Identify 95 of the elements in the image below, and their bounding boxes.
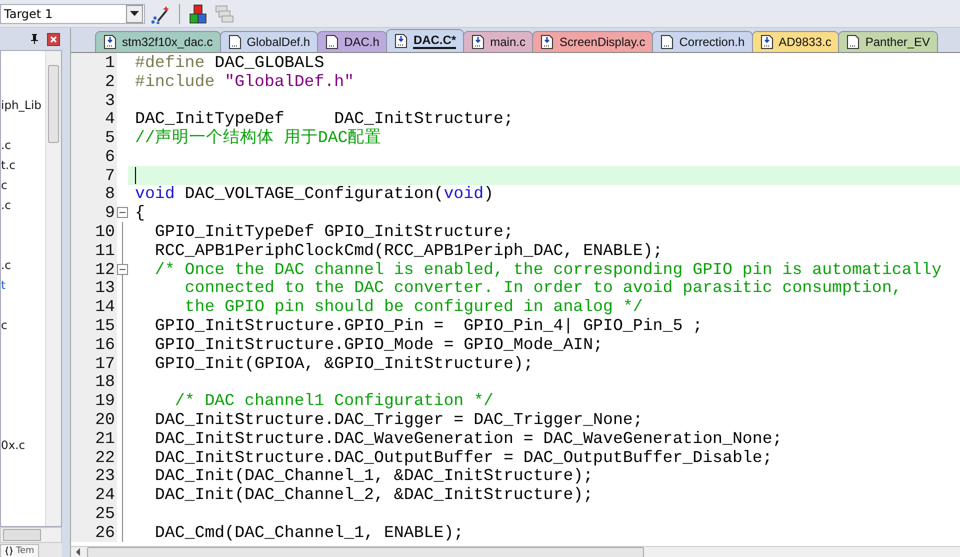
code-line: #define DAC_GLOBALS bbox=[135, 52, 324, 72]
line-number: 18 bbox=[71, 372, 117, 392]
line-number: 3 bbox=[71, 90, 117, 110]
file-icon bbox=[661, 35, 674, 49]
tree-item[interactable]: c bbox=[1, 175, 8, 195]
file-tab[interactable]: DAC.C* bbox=[386, 29, 464, 52]
scroll-left-icon[interactable] bbox=[75, 548, 81, 556]
tree-item[interactable]: c bbox=[1, 315, 8, 335]
source-file-icon bbox=[395, 34, 408, 48]
source-file-icon bbox=[541, 35, 554, 49]
code-line: connected to the DAC converter. In order to avoid parasitic consumption, bbox=[184, 278, 902, 298]
line-number: 11 bbox=[71, 240, 117, 260]
line-number: 10 bbox=[71, 222, 117, 242]
file-icon bbox=[326, 35, 338, 49]
scroll-thumb[interactable] bbox=[87, 546, 644, 557]
line-number: 17 bbox=[71, 354, 117, 373]
code-line: //声明一个结构体 用于DAC配置 bbox=[135, 128, 382, 148]
line-number: 6 bbox=[71, 146, 117, 166]
collapse-icon[interactable] bbox=[117, 264, 128, 275]
tree-item[interactable]: 0x.c bbox=[1, 435, 26, 455]
code-line: GPIO_InitStructure.GPIO_Mode = GPIO_Mode_AIN; bbox=[154, 334, 604, 354]
code-line: DAC_InitStructure.DAC_Trigger = DAC_Trigger_None; bbox=[154, 410, 643, 430]
tree-item[interactable]: iph_Lib bbox=[1, 95, 42, 115]
code-line: DAC_Init(DAC_Channel_2, &DAC_InitStructure); bbox=[154, 485, 594, 504]
code-line: GPIO_Init(GPIOA, &GPIO_InitStructure); bbox=[154, 354, 534, 373]
scroll-thumb[interactable] bbox=[3, 529, 41, 541]
tree-item[interactable]: .c bbox=[1, 195, 11, 215]
line-number: 5 bbox=[71, 128, 117, 148]
line-number: 21 bbox=[71, 428, 117, 448]
braces-icon bbox=[5, 546, 13, 556]
line-number: 2 bbox=[71, 72, 117, 91]
text-cursor bbox=[135, 166, 136, 184]
code-line: DAC_InitStructure.DAC_OutputBuffer = DAC_OutputBuffer_Disable; bbox=[154, 448, 772, 467]
file-tab[interactable]: DAC.h bbox=[317, 31, 388, 52]
file-tab[interactable]: main.c bbox=[463, 31, 534, 52]
tree-item[interactable]: .c bbox=[1, 135, 11, 155]
code-editor[interactable] bbox=[71, 52, 960, 546]
scrollbar[interactable] bbox=[71, 546, 960, 557]
line-number: 13 bbox=[71, 278, 117, 298]
components-icon[interactable] bbox=[188, 4, 208, 24]
line-number: 26 bbox=[71, 522, 117, 542]
scroll-thumb[interactable] bbox=[48, 65, 59, 143]
code-line: /* Once the DAC channel is enabled, the corresponding GPIO pin is automatically bbox=[154, 260, 942, 279]
code-line: #include "GlobalDef.h" bbox=[135, 72, 354, 91]
code-line: /* DAC channel1 Configuration */ bbox=[174, 391, 494, 410]
source-file-icon bbox=[104, 35, 116, 49]
caret-icon bbox=[130, 10, 139, 16]
code-line: void DAC_VOLTAGE_Configuration(void) bbox=[135, 184, 494, 204]
file-tab[interactable]: Correction.h bbox=[652, 31, 753, 52]
line-number: 23 bbox=[71, 466, 117, 486]
code-line: { bbox=[135, 203, 145, 222]
file-tab[interactable]: ScreenDisplay.c bbox=[532, 31, 654, 52]
file-tab[interactable]: GlobalDef.h bbox=[220, 31, 318, 52]
code-line: DAC_Cmd(DAC_Channel_1, ENABLE); bbox=[154, 522, 464, 542]
target-value: Target 1 bbox=[3, 6, 54, 20]
line-number: 19 bbox=[71, 391, 117, 410]
code-line: DAC_InitTypeDef DAC_InitStructure; bbox=[135, 109, 514, 128]
line-number: 16 bbox=[71, 334, 117, 354]
pin-icon[interactable] bbox=[30, 34, 39, 44]
file-icon bbox=[228, 35, 241, 49]
source-file-icon bbox=[760, 35, 773, 49]
collapse-icon[interactable] bbox=[117, 207, 128, 218]
line-number: 7 bbox=[71, 166, 117, 185]
file-tab[interactable]: AD9833.c bbox=[752, 31, 840, 52]
code-line: RCC_APB1PeriphClockCmd(RCC_APB1Periph_DAC, ENABLE); bbox=[154, 240, 663, 260]
line-number: 4 bbox=[71, 109, 117, 128]
tree-item[interactable]: t.c bbox=[1, 155, 16, 175]
line-number: 22 bbox=[71, 448, 117, 467]
file-tab[interactable]: Panther_EV bbox=[838, 31, 938, 52]
tree-item[interactable]: t bbox=[1, 275, 6, 295]
magic-wand-icon[interactable] bbox=[151, 4, 171, 24]
code-line: GPIO_InitStructure.GPIO_Pin = GPIO_Pin_4| GPIO_Pin_5 ; bbox=[154, 316, 703, 336]
tree-item[interactable]: .c bbox=[1, 255, 11, 275]
line-number: 25 bbox=[71, 504, 117, 524]
line-number: 1 bbox=[71, 52, 117, 72]
file-icon bbox=[847, 35, 860, 49]
code-line: DAC_InitStructure.DAC_WaveGeneration = DAC_WaveGeneration_None; bbox=[154, 428, 782, 448]
code-line: DAC_Init(DAC_Channel_1, &DAC_InitStructure); bbox=[154, 466, 594, 486]
target-dropdown[interactable]: Target 1 bbox=[0, 4, 145, 24]
line-number: 20 bbox=[71, 410, 117, 430]
code-line: the GPIO pin should be configured in analog */ bbox=[184, 297, 643, 316]
line-number: 9 bbox=[71, 203, 117, 222]
line-number: 8 bbox=[71, 184, 117, 204]
line-number: 24 bbox=[71, 485, 117, 504]
dropdown-button[interactable] bbox=[126, 4, 143, 22]
close-icon[interactable] bbox=[47, 32, 60, 46]
scrollbar[interactable] bbox=[0, 527, 62, 543]
code-line: GPIO_InitTypeDef GPIO_InitStructure; bbox=[154, 222, 514, 242]
scrollbar[interactable] bbox=[45, 51, 61, 526]
source-file-icon bbox=[472, 35, 484, 49]
file-tab[interactable]: stm32f10x_dac.c bbox=[95, 31, 221, 52]
line-number: 12 bbox=[71, 260, 117, 279]
line-number: 15 bbox=[71, 316, 117, 336]
line-number: 14 bbox=[71, 297, 117, 316]
panel-tab[interactable]: Tem bbox=[0, 544, 40, 557]
